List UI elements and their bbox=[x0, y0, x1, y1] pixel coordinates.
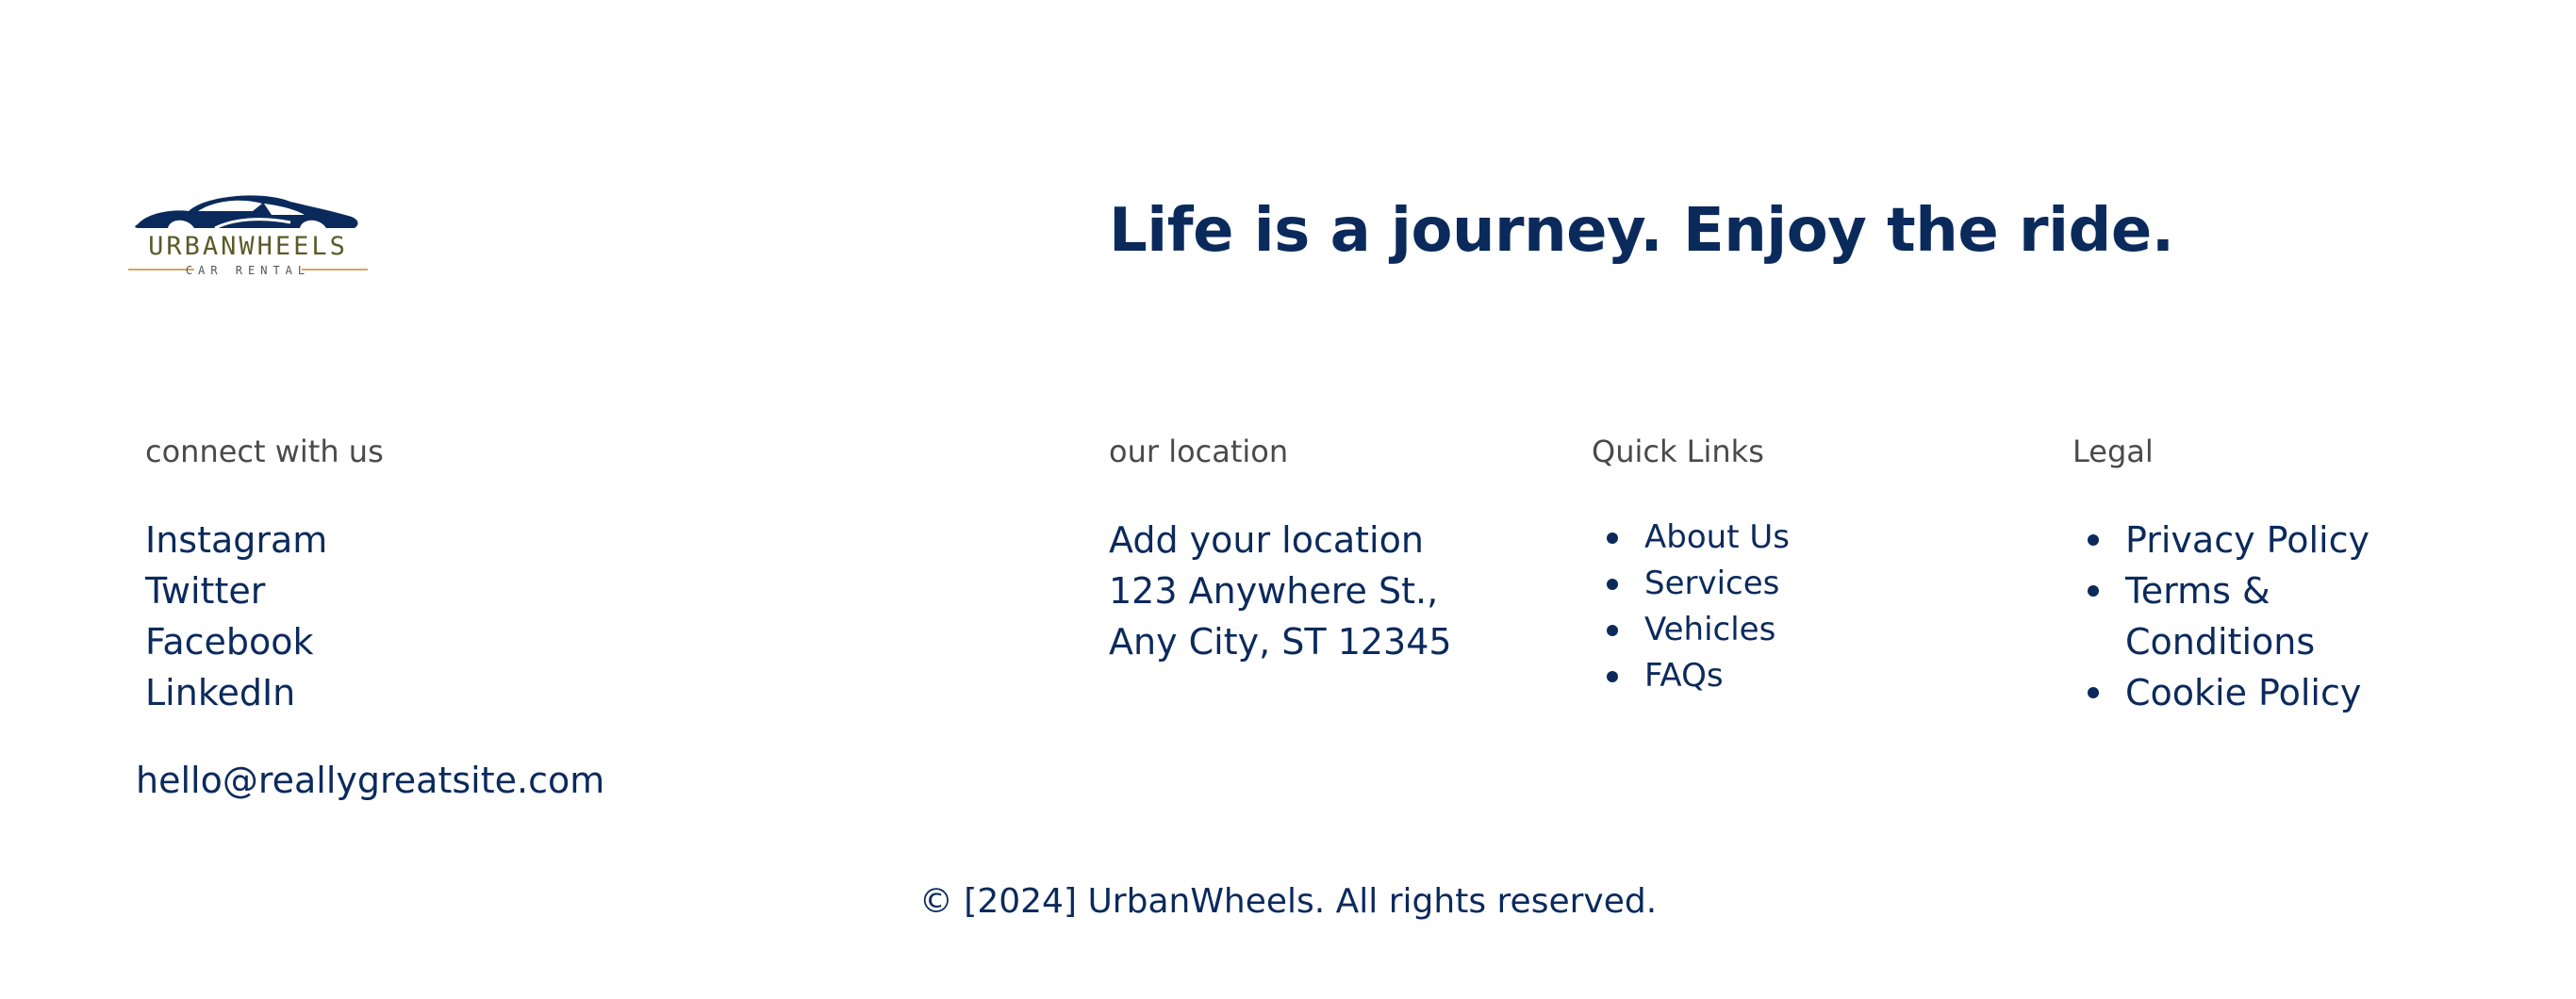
facebook-link[interactable]: Facebook bbox=[145, 616, 327, 667]
legal-link-terms-conditions[interactable]: Terms & Conditions bbox=[2072, 565, 2544, 667]
legal-link-cookie-policy[interactable]: Cookie Policy bbox=[2072, 667, 2544, 718]
connect-heading: connect with us bbox=[145, 434, 384, 469]
location-line: 123 Anywhere St., bbox=[1109, 570, 1439, 612]
tagline-heading: Life is a journey. Enjoy the ride. bbox=[1109, 196, 2174, 266]
terms-conditions-link[interactable]: Terms & Conditions bbox=[2125, 565, 2315, 667]
linkedin-link[interactable]: LinkedIn bbox=[145, 667, 327, 718]
privacy-policy-link[interactable]: Privacy Policy bbox=[2125, 519, 2370, 561]
copyright-notice: © [2024] UrbanWheels. All rights reserve… bbox=[918, 882, 1658, 921]
location-address: Add your location 123 Anywhere St., Any … bbox=[1109, 515, 1452, 667]
instagram-link[interactable]: Instagram bbox=[145, 515, 327, 565]
location-line: Add your location bbox=[1109, 519, 1424, 561]
quick-link-vehicles[interactable]: Vehicles bbox=[1592, 607, 1790, 653]
brand-logo[interactable]: URBANWHEELS CAR RENTAL bbox=[111, 190, 385, 285]
quick-link-about-us[interactable]: About Us bbox=[1592, 515, 1790, 561]
location-heading: our location bbox=[1109, 434, 1289, 469]
email-link[interactable]: hello@reallygreatsite.com bbox=[136, 760, 604, 801]
twitter-link[interactable]: Twitter bbox=[145, 565, 327, 616]
legal-link-privacy-policy[interactable]: Privacy Policy bbox=[2072, 515, 2544, 565]
car-logo-icon: URBANWHEELS CAR RENTAL bbox=[128, 195, 368, 277]
social-links-list: Instagram Twitter Facebook LinkedIn bbox=[145, 515, 327, 718]
legal-links-list: Privacy Policy Terms & Conditions Cookie… bbox=[2072, 515, 2544, 718]
cookie-policy-link[interactable]: Cookie Policy bbox=[2125, 672, 2361, 713]
quick-link-services[interactable]: Services bbox=[1592, 561, 1790, 607]
quick-link-faqs[interactable]: FAQs bbox=[1592, 653, 1790, 699]
logo-subtitle: CAR RENTAL bbox=[186, 264, 310, 277]
quick-links-list: About Us Services Vehicles FAQs bbox=[1592, 515, 1790, 699]
location-line: Any City, ST 12345 bbox=[1109, 621, 1452, 663]
quick-links-heading: Quick Links bbox=[1592, 434, 1764, 469]
logo-wordmark: URBANWHEELS bbox=[148, 232, 348, 261]
legal-heading: Legal bbox=[2072, 434, 2154, 469]
